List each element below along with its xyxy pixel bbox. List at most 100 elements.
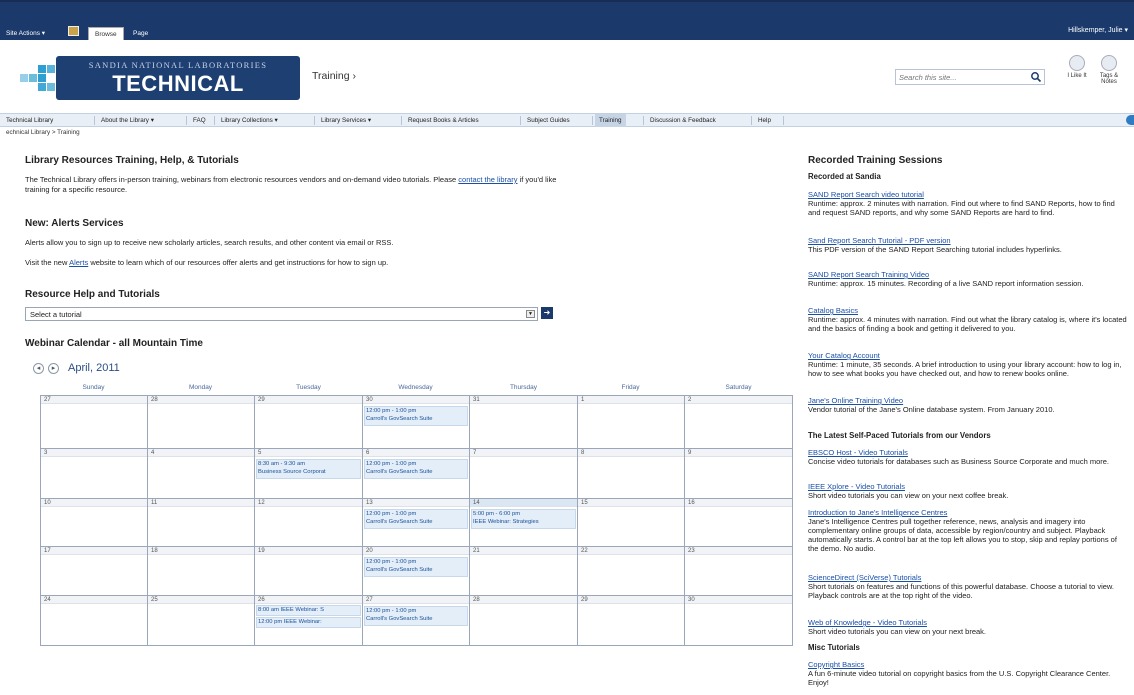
calendar-day-cell[interactable]: 20 12:00 pm - 1:00 pm Carroll's GovSearch … (363, 547, 470, 596)
next-month-icon[interactable]: ▸ (48, 363, 59, 374)
calendar-day-cell[interactable]: 7 (470, 449, 578, 499)
navigate-up-icon[interactable] (68, 26, 79, 36)
day-header-sunday: Sunday (82, 384, 105, 391)
list-item: Catalog Basics Runtime: approx. 4 minute… (808, 306, 1128, 333)
nav-help[interactable]: Help (758, 114, 771, 127)
nav-discussion-feedback[interactable]: Discussion & Feedback (650, 114, 716, 127)
calendar-event[interactable]: 12:00 pm - 1:00 pm Carroll's GovSearch Su… (364, 406, 468, 426)
like-icon (1069, 55, 1085, 71)
janes-intelligence-link[interactable]: Introduction to Jane's Intelligence Cent… (808, 508, 1128, 517)
user-menu[interactable]: Hillskemper, Julie ▾ (1068, 26, 1128, 34)
help-icon[interactable] (1126, 115, 1134, 125)
sciencedirect-link[interactable]: ScienceDirect (SciVerse) Tutorials (808, 573, 1128, 582)
tags-notes-button[interactable]: Tags & Notes (1096, 55, 1122, 85)
calendar-day-cell[interactable]: 17 (41, 547, 148, 596)
calendar-event[interactable]: 12:00 pm IEEE Webinar: (256, 617, 361, 628)
calendar-day-cell[interactable]: 27 12:00 pm - 1:00 pm Carroll's GovSearch … (363, 596, 470, 646)
ieee-xplore-link[interactable]: IEEE Xplore - Video Tutorials (808, 482, 1128, 491)
catalog-basics-link[interactable]: Catalog Basics (808, 306, 1128, 315)
calendar-day-cell[interactable]: 2 (685, 396, 793, 449)
search-input[interactable] (896, 70, 1024, 84)
calendar-day-cell[interactable]: 14 5:00 pm - 6:00 pm IEEE Webinar: Strateg… (470, 499, 578, 547)
event-title: Business Source Corporat (258, 469, 326, 475)
calendar-day-cell[interactable]: 30 (685, 596, 793, 646)
search-icon[interactable] (1030, 71, 1042, 83)
nav-library-collections[interactable]: Library Collections ▾ (221, 114, 278, 127)
calendar-day-cell[interactable]: 21 (470, 547, 578, 596)
contact-library-link[interactable]: contact the library (458, 175, 517, 184)
calendar-day-cell[interactable]: 10 (41, 499, 148, 547)
calendar-day-cell[interactable]: 29 (255, 396, 363, 449)
tutorial-select[interactable]: Select a tutorial ▼ (25, 307, 538, 321)
calendar-event[interactable]: 12:00 pm - 1:00 pm Carroll's GovSearch Su… (364, 606, 468, 626)
calendar-day-number: 26 (255, 596, 362, 604)
calendar-day-number: 30 (685, 596, 792, 604)
calendar-day-cell[interactable]: 31 (470, 396, 578, 449)
nav-request-books-articles[interactable]: Request Books & Articles (408, 114, 479, 127)
calendar-day-number: 24 (41, 596, 147, 604)
calendar-day-number: 9 (685, 449, 792, 457)
calendar-day-cell[interactable]: 1 (578, 396, 685, 449)
nav-faq[interactable]: FAQ (193, 114, 206, 127)
ebsco-host-link[interactable]: EBSCO Host - Video Tutorials (808, 448, 1128, 457)
nav-technical-library[interactable]: Technical Library (6, 114, 53, 127)
chevron-down-icon[interactable]: ▼ (526, 310, 535, 318)
sand-report-pdf-link[interactable]: Sand Report Search Tutorial - PDF versio… (808, 236, 1128, 245)
previous-month-icon[interactable]: ◂ (33, 363, 44, 374)
calendar-day-number: 10 (41, 499, 147, 507)
breadcrumb: echnical Library > Training (6, 129, 80, 136)
i-like-it-button[interactable]: I Like It (1064, 55, 1090, 79)
sand-report-video-link[interactable]: SAND Report Search video tutorial (808, 190, 1128, 199)
calendar-day-number: 17 (41, 547, 147, 555)
nav-about-the-library[interactable]: About the Library ▾ (101, 114, 154, 127)
copyright-basics-link[interactable]: Copyright Basics (808, 660, 1128, 669)
calendar-day-cell[interactable]: 6 12:00 pm - 1:00 pm Carroll's GovSearch S… (363, 449, 470, 499)
calendar-day-cell[interactable]: 24 (41, 596, 148, 646)
calendar-day-number: 31 (470, 396, 577, 404)
calendar-day-cell[interactable]: 28 (470, 596, 578, 646)
calendar-day-cell[interactable]: 23 (685, 547, 793, 596)
alerts-visit-text: Visit the new Alerts website to learn wh… (25, 258, 389, 267)
calendar-day-cell[interactable]: 11 (148, 499, 255, 547)
calendar-day-cell[interactable]: 26 8:00 am IEEE Webinar: S 12:00 pm IEEE W… (255, 596, 363, 646)
sand-report-training-video-link[interactable]: SAND Report Search Training Video (808, 270, 1128, 279)
calendar-day-number: 14 (470, 499, 577, 507)
event-title: Carroll's GovSearch Suite (366, 616, 433, 622)
site-actions-menu[interactable]: Site Actions ▾ (6, 29, 45, 37)
day-header-friday: Friday (621, 384, 640, 391)
calendar-day-cell[interactable]: 29 (578, 596, 685, 646)
calendar-day-cell[interactable]: 12 (255, 499, 363, 547)
technical-library-logo[interactable]: SANDIA NATIONAL LABORATORIES TECHNICAL L… (20, 56, 300, 122)
calendar-day-cell[interactable]: 5 8:30 am - 9:30 am Business Source Corpor… (255, 449, 363, 499)
calendar-day-cell[interactable]: 25 (148, 596, 255, 646)
calendar-day-cell[interactable]: 13 12:00 pm - 1:00 pm Carroll's GovSearch … (363, 499, 470, 547)
calendar-event[interactable]: 8:00 am IEEE Webinar: S (256, 605, 361, 616)
web-of-knowledge-link[interactable]: Web of Knowledge - Video Tutorials (808, 618, 1128, 627)
calendar-day-cell[interactable]: 27 (41, 396, 148, 449)
calendar-day-cell[interactable]: 4 (148, 449, 255, 499)
janes-online-video-link[interactable]: Jane's Online Training Video (808, 396, 1128, 405)
nav-subject-guides[interactable]: Subject Guides (527, 114, 570, 127)
calendar-day-cell[interactable]: 3 (41, 449, 148, 499)
calendar-day-cell[interactable]: 9 (685, 449, 793, 499)
go-arrow-button[interactable]: ➜ (541, 307, 553, 319)
calendar-day-cell[interactable]: 18 (148, 547, 255, 596)
calendar-day-cell[interactable]: 30 12:00 pm - 1:00 pm Carroll's GovSearch … (363, 396, 470, 449)
calendar-day-cell[interactable]: 15 (578, 499, 685, 547)
calendar-event[interactable]: 12:00 pm - 1:00 pm Carroll's GovSearch Su… (364, 509, 468, 529)
calendar-day-cell[interactable]: 16 (685, 499, 793, 547)
calendar-event[interactable]: 5:00 pm - 6:00 pm IEEE Webinar: Strategie… (471, 509, 576, 529)
calendar-day-number: 27 (41, 396, 147, 404)
catalog-account-link[interactable]: Your Catalog Account (808, 351, 1128, 360)
calendar-event[interactable]: 8:30 am - 9:30 am Business Source Corpora… (256, 459, 361, 479)
calendar-day-cell[interactable]: 22 (578, 547, 685, 596)
calendar-day-cell[interactable]: 19 (255, 547, 363, 596)
calendar-day-cell[interactable]: 8 (578, 449, 685, 499)
nav-training[interactable]: Training (595, 114, 626, 127)
calendar-event[interactable]: 12:00 pm - 1:00 pm Carroll's GovSearch Su… (364, 459, 468, 479)
alerts-link[interactable]: Alerts (69, 258, 88, 267)
calendar-day-cell[interactable]: 28 (148, 396, 255, 449)
nav-library-services[interactable]: Library Services ▾ (321, 114, 371, 127)
site-header: SANDIA NATIONAL LABORATORIES TECHNICAL L… (0, 40, 1134, 122)
calendar-event[interactable]: 12:00 pm - 1:00 pm Carroll's GovSearch Su… (364, 557, 468, 577)
